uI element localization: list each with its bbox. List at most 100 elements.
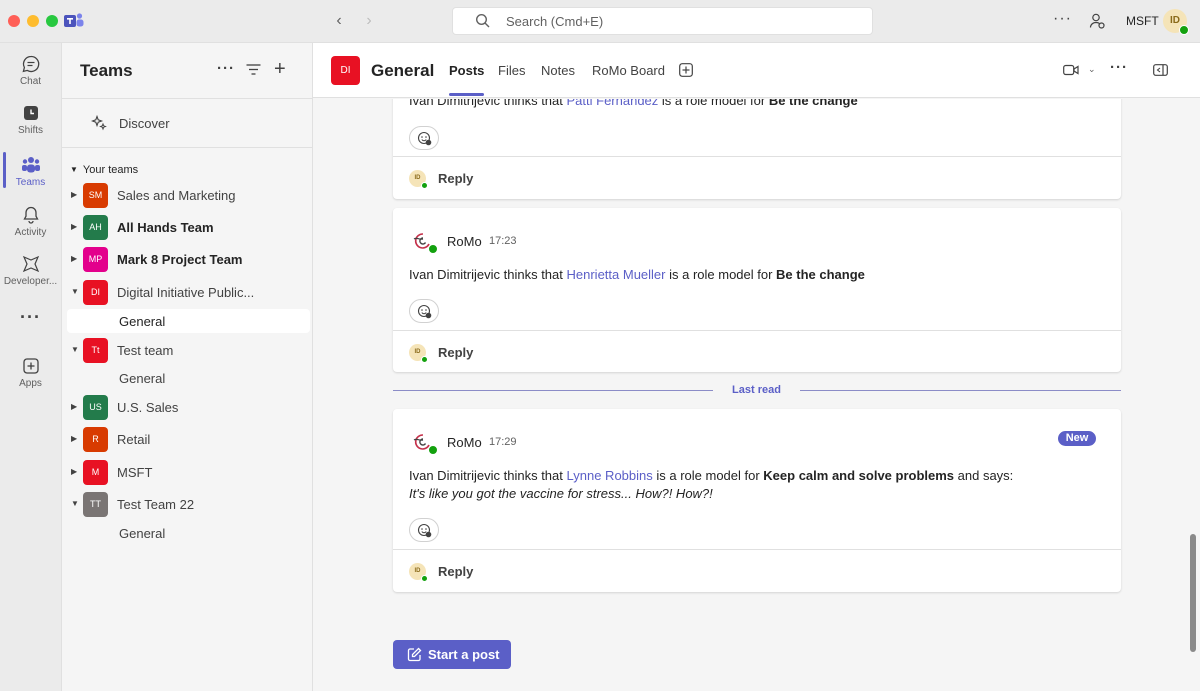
bell-icon: [22, 206, 39, 224]
reply-bar[interactable]: ID Reply: [393, 330, 1121, 373]
video-camera-icon[interactable]: [1063, 64, 1079, 76]
mentioned-person-link[interactable]: Patti Fernandez: [567, 99, 659, 108]
caret-right-icon: ▶: [71, 190, 78, 199]
user-initials: ID: [1170, 15, 1180, 26]
user-avatar[interactable]: ID: [1163, 9, 1189, 35]
people-icon[interactable]: [1088, 12, 1106, 30]
add-reaction-button[interactable]: [409, 518, 439, 542]
more-options-icon[interactable]: ···: [1053, 10, 1072, 28]
rail-item-apps[interactable]: Apps: [0, 349, 61, 395]
title-bar: ‹ › Search (Cmd+E) ··· MSFT ID: [0, 0, 1200, 43]
rail-item-shifts[interactable]: Shifts: [0, 96, 61, 142]
team-item-digital-initiative[interactable]: ▼ DI Digital Initiative Public...: [62, 278, 313, 306]
emoji-add-icon: [417, 304, 432, 319]
side-panel-icon[interactable]: [1153, 64, 1168, 76]
mentioned-person-link[interactable]: Henrietta Mueller: [567, 267, 666, 282]
message-text: Ivan Dimitrijevic thinks that: [409, 99, 567, 108]
my-avatar: ID: [409, 344, 428, 363]
rail-item-teams[interactable]: Teams: [0, 148, 61, 194]
add-tab-plus-icon[interactable]: [679, 63, 693, 77]
team-avatar: R: [83, 427, 108, 452]
reply-button[interactable]: Reply: [438, 345, 473, 360]
team-name: Mark 8 Project Team: [117, 252, 243, 267]
caret-right-icon: ▶: [71, 222, 78, 231]
add-reaction-button[interactable]: [409, 126, 439, 150]
caret-down-icon: ▼: [71, 345, 79, 354]
reply-button[interactable]: Reply: [438, 564, 473, 579]
tab-notes[interactable]: Notes: [541, 63, 575, 78]
mentioned-person-link[interactable]: Lynne Robbins: [567, 468, 653, 483]
rail-item-activity[interactable]: Activity: [0, 198, 61, 244]
team-item-msft[interactable]: ▶ M MSFT: [62, 458, 313, 486]
message-text: is a role model for: [665, 267, 777, 282]
rail-label-apps: Apps: [19, 378, 42, 389]
teams-more-options-icon[interactable]: ···: [217, 60, 235, 77]
message-text: is a role model for: [652, 468, 764, 483]
channel-item-general[interactable]: General: [67, 521, 310, 545]
more-apps-icon[interactable]: ···: [0, 307, 61, 328]
rail-item-developer[interactable]: Developer...: [0, 247, 61, 293]
presence-available-icon: [428, 244, 438, 254]
chevron-down-icon[interactable]: ⌄: [1088, 64, 1096, 75]
emoji-add-icon: [417, 523, 432, 538]
channel-item-general-selected[interactable]: General: [67, 309, 310, 333]
apps-icon: [22, 358, 39, 374]
sender-name[interactable]: RoMo: [447, 435, 482, 450]
posts-feed: Ivan Dimitrijevic thinks that Patti Fern…: [313, 99, 1200, 691]
add-reaction-button[interactable]: [409, 299, 439, 323]
rail-item-chat[interactable]: Chat: [0, 47, 61, 93]
sender-name[interactable]: RoMo: [447, 234, 482, 249]
tab-romo-board[interactable]: RoMo Board: [592, 63, 665, 78]
start-post-button[interactable]: Start a post: [393, 640, 511, 669]
zoom-window-button[interactable]: [46, 15, 58, 27]
channel-more-options-icon[interactable]: ···: [1110, 59, 1128, 76]
reply-bar[interactable]: ID Reply: [393, 549, 1121, 592]
company-value: Be the change: [776, 267, 865, 282]
team-item-test-team[interactable]: ▼ Tt Test team: [62, 336, 313, 364]
discover-button[interactable]: Discover: [62, 98, 313, 148]
message-text: Ivan Dimitrijevic thinks that: [409, 468, 567, 483]
reply-bar[interactable]: ID Reply: [393, 156, 1121, 199]
your-teams-section-header[interactable]: ▼ Your teams: [70, 164, 138, 176]
post-card: RoMo 17:29 New Ivan Dimitrijevic thinks …: [393, 409, 1121, 592]
sparkle-icon: [91, 115, 107, 131]
avatar-initials: ID: [414, 175, 421, 181]
presence-available-icon: [428, 445, 438, 455]
filter-icon[interactable]: [246, 63, 261, 76]
tab-posts[interactable]: Posts: [449, 63, 485, 96]
channel-header: DI General Posts Files Notes RoMo Board …: [313, 43, 1200, 98]
feed-scrollbar[interactable]: [1190, 534, 1196, 652]
team-name: Digital Initiative Public...: [117, 285, 255, 300]
my-avatar: ID: [409, 563, 428, 582]
team-item-test-team-22[interactable]: ▼ TT Test Team 22: [62, 490, 313, 518]
back-arrow-icon[interactable]: ‹: [330, 12, 348, 30]
minimize-window-button[interactable]: [27, 15, 39, 27]
team-item-us-sales[interactable]: ▶ US U.S. Sales: [62, 393, 313, 421]
close-window-button[interactable]: [8, 15, 20, 27]
start-post-label: Start a post: [428, 647, 500, 662]
app-rail: Chat Shifts Teams Activity Developer...: [0, 43, 61, 691]
team-item-sales-and-marketing[interactable]: ▶ SM Sales and Marketing: [62, 181, 313, 209]
team-item-retail[interactable]: ▶ R Retail: [62, 425, 313, 453]
search-input[interactable]: Search (Cmd+E): [452, 7, 873, 35]
post-message: Ivan Dimitrijevic thinks that Henrietta …: [409, 266, 865, 284]
reply-button[interactable]: Reply: [438, 171, 473, 186]
avatar-initials: ID: [414, 568, 421, 574]
channel-item-general[interactable]: General: [67, 366, 310, 390]
team-name: Test Team 22: [117, 497, 195, 512]
create-team-plus-icon[interactable]: +: [274, 59, 286, 79]
message-text: is a role model for: [658, 99, 769, 108]
tab-files[interactable]: Files: [498, 63, 525, 78]
forward-arrow-icon[interactable]: ›: [360, 12, 378, 30]
new-badge: New: [1058, 431, 1096, 446]
search-placeholder: Search (Cmd+E): [506, 14, 604, 29]
team-name: MSFT: [117, 465, 153, 480]
channel-name: General: [119, 526, 166, 541]
team-item-mark-8-project-team[interactable]: ▶ MP Mark 8 Project Team: [62, 245, 313, 273]
channel-name: General: [119, 314, 166, 329]
caret-down-icon: ▼: [71, 499, 79, 508]
org-name[interactable]: MSFT: [1126, 14, 1159, 28]
post-timestamp: 17:29: [489, 436, 517, 448]
team-name: Sales and Marketing: [117, 188, 236, 203]
team-item-all-hands-team[interactable]: ▶ AH All Hands Team: [62, 213, 313, 241]
